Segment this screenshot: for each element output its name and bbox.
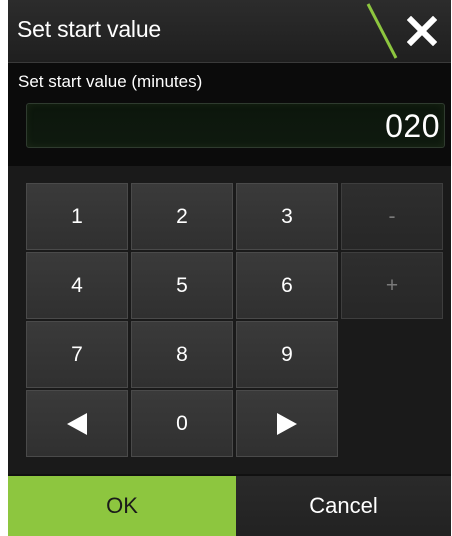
arrow-left-icon: [67, 412, 87, 435]
key-minus[interactable]: -: [341, 183, 443, 250]
key-6[interactable]: 6: [236, 252, 338, 319]
key-4[interactable]: 4: [26, 252, 128, 319]
dialog-title: Set start value: [17, 16, 162, 42]
key-0[interactable]: 0: [131, 390, 233, 457]
key-plus[interactable]: +: [341, 252, 443, 319]
action-bar: OK Cancel: [8, 476, 451, 536]
start-value-text: 020: [385, 108, 440, 144]
numeric-keypad: 1 2 3 - 4 5 6 + 7 8 9 0: [8, 166, 451, 474]
key-left-arrow[interactable]: [26, 390, 128, 457]
close-button[interactable]: [400, 11, 444, 51]
set-start-value-dialog: Set start value Set start value (minutes…: [8, 0, 451, 536]
key-9[interactable]: 9: [236, 321, 338, 388]
key-1[interactable]: 1: [26, 183, 128, 250]
field-label: Set start value (minutes): [18, 72, 203, 91]
key-7[interactable]: 7: [26, 321, 128, 388]
arrow-right-icon: [277, 412, 297, 435]
title-bar: Set start value: [8, 0, 451, 63]
key-right-arrow[interactable]: [236, 390, 338, 457]
accent-slash-icon: [366, 3, 398, 59]
close-icon: [407, 16, 437, 46]
key-2[interactable]: 2: [131, 183, 233, 250]
key-3[interactable]: 3: [236, 183, 338, 250]
key-8[interactable]: 8: [131, 321, 233, 388]
start-value-input[interactable]: 020: [26, 103, 445, 148]
cancel-button[interactable]: Cancel: [236, 476, 451, 536]
ok-button[interactable]: OK: [8, 476, 236, 536]
input-section: Set start value (minutes) 020: [8, 63, 451, 166]
key-5[interactable]: 5: [131, 252, 233, 319]
